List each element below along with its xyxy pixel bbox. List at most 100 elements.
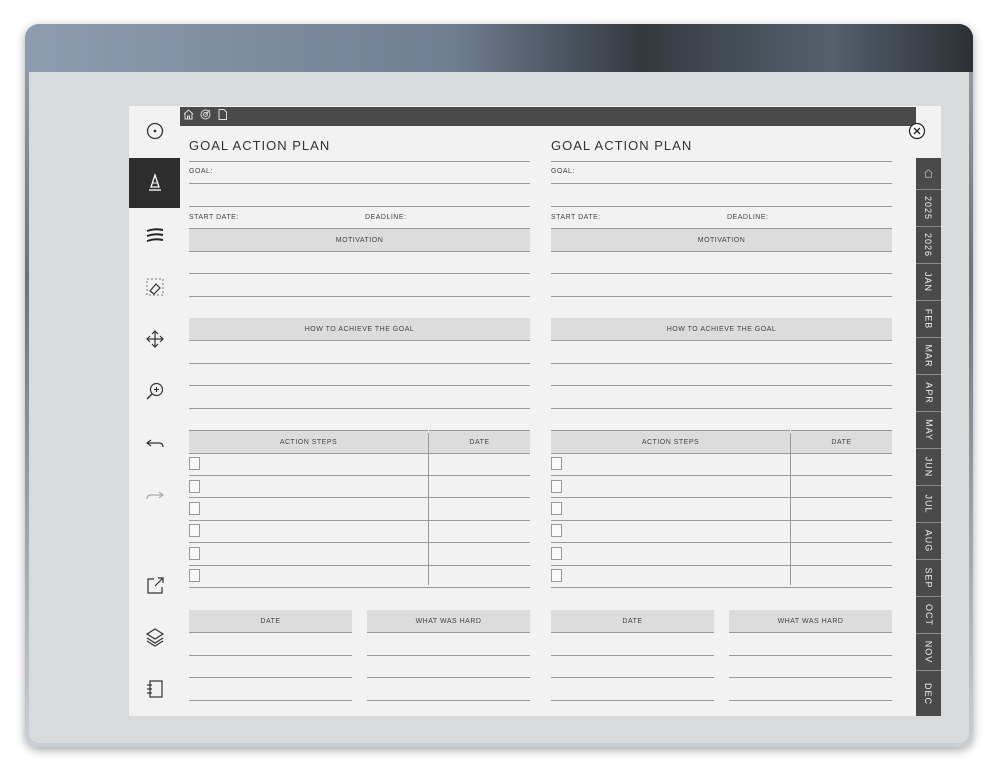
action-row-line xyxy=(189,475,530,476)
tab-label: APR xyxy=(923,382,934,404)
tab-label: JUN xyxy=(923,456,934,478)
line-weight-icon xyxy=(146,228,163,242)
date-line[interactable] xyxy=(189,700,352,701)
action-checkbox[interactable] xyxy=(551,547,562,560)
line-weight-button[interactable] xyxy=(129,210,180,260)
motivation-header: MOTIVATION xyxy=(189,228,530,252)
eraser-button[interactable] xyxy=(129,262,180,312)
layers-icon xyxy=(145,628,164,647)
tab-jun[interactable]: JUN xyxy=(916,449,941,486)
action-row-line xyxy=(551,520,892,521)
action-checkbox[interactable] xyxy=(551,569,562,582)
action-checkbox[interactable] xyxy=(551,524,562,537)
goals-link[interactable] xyxy=(199,108,212,126)
date-line[interactable] xyxy=(189,655,352,656)
tab-jul[interactable]: JUL xyxy=(916,486,941,523)
hard-line[interactable] xyxy=(729,700,892,701)
motivation-line[interactable] xyxy=(189,273,530,274)
screen: GOAL ACTION PLAN GOAL: START DATE: DEADL… xyxy=(129,106,941,716)
hard-line[interactable] xyxy=(367,700,530,701)
tab-feb[interactable]: FEB xyxy=(916,301,941,338)
goal-line[interactable] xyxy=(551,206,892,207)
goal-line[interactable] xyxy=(189,183,530,184)
export-button[interactable] xyxy=(129,560,180,610)
layers-button[interactable] xyxy=(129,612,180,662)
motivation-line[interactable] xyxy=(551,273,892,274)
how-line[interactable] xyxy=(189,363,530,364)
action-checkbox[interactable] xyxy=(189,569,200,582)
tab-sep[interactable]: SEP xyxy=(916,560,941,597)
how-line[interactable] xyxy=(551,408,892,409)
divider xyxy=(189,161,530,162)
notebook-button[interactable] xyxy=(129,664,180,714)
tab-mar[interactable]: MAR xyxy=(916,338,941,375)
action-checkbox[interactable] xyxy=(189,480,200,493)
notebook-icon xyxy=(146,680,163,698)
how-line[interactable] xyxy=(551,363,892,364)
tab-label: 2025 xyxy=(923,195,934,221)
action-checkbox[interactable] xyxy=(551,502,562,515)
tab-aug[interactable]: AUG xyxy=(916,523,941,560)
action-row-line xyxy=(551,565,892,566)
marker-icon xyxy=(148,172,161,191)
action-checkbox[interactable] xyxy=(551,457,562,470)
hard-line[interactable] xyxy=(367,677,530,678)
redo-button[interactable] xyxy=(129,470,180,520)
action-row-line xyxy=(551,475,892,476)
how-line[interactable] xyxy=(551,385,892,386)
tab-oct[interactable]: OCT xyxy=(916,597,941,634)
motivation-line[interactable] xyxy=(189,296,530,297)
tab-jan[interactable]: JAN xyxy=(916,264,941,301)
goal-line[interactable] xyxy=(551,183,892,184)
tab-dec[interactable]: DEC xyxy=(916,671,941,716)
action-checkbox[interactable] xyxy=(189,457,200,470)
move-button[interactable] xyxy=(129,314,180,364)
bottom-date-header: DATE xyxy=(189,610,352,633)
motivation-line[interactable] xyxy=(551,296,892,297)
move-icon xyxy=(145,330,164,348)
hard-line[interactable] xyxy=(729,655,892,656)
pen-menu-button[interactable] xyxy=(129,106,180,156)
how-line[interactable] xyxy=(189,385,530,386)
date-line[interactable] xyxy=(551,700,714,701)
action-checkbox[interactable] xyxy=(551,480,562,493)
column-divider xyxy=(428,433,429,585)
action-checkbox[interactable] xyxy=(189,547,200,560)
divider xyxy=(551,161,892,162)
page-title: GOAL ACTION PLAN xyxy=(551,138,693,153)
action-row-line xyxy=(551,542,892,543)
home-link[interactable] xyxy=(182,108,195,126)
tab-label: MAY xyxy=(923,419,934,441)
tab-nov[interactable]: NOV xyxy=(916,634,941,671)
page-icon xyxy=(218,108,227,120)
date-line[interactable] xyxy=(189,677,352,678)
action-checkbox[interactable] xyxy=(189,502,200,515)
action-date-header: DATE xyxy=(791,430,892,454)
close-icon[interactable] xyxy=(908,122,926,140)
date-line[interactable] xyxy=(551,677,714,678)
motivation-header: MOTIVATION xyxy=(551,228,892,252)
tab-apr[interactable]: APR xyxy=(916,375,941,412)
action-row-line xyxy=(189,497,530,498)
month-tabs: 2025 2026 JAN FEB MAR APR MAY JUN JUL AU… xyxy=(916,158,941,716)
undo-button[interactable] xyxy=(129,418,180,468)
date-line[interactable] xyxy=(551,655,714,656)
left-toolbar xyxy=(129,106,180,716)
page-link[interactable] xyxy=(216,108,229,126)
marker-button[interactable] xyxy=(129,158,180,208)
action-checkbox[interactable] xyxy=(189,524,200,537)
hard-line[interactable] xyxy=(729,677,892,678)
tab-2025[interactable]: 2025 xyxy=(916,190,941,227)
action-row-line xyxy=(189,587,530,588)
eraser-icon xyxy=(146,278,163,296)
hard-line[interactable] xyxy=(367,655,530,656)
tab-may[interactable]: MAY xyxy=(916,412,941,449)
tab-2026[interactable]: 2026 xyxy=(916,227,941,264)
how-line[interactable] xyxy=(189,408,530,409)
page-title: GOAL ACTION PLAN xyxy=(189,138,331,153)
target-icon xyxy=(200,109,211,119)
tab-home[interactable] xyxy=(916,158,941,190)
zoom-button[interactable] xyxy=(129,366,180,416)
goal-line[interactable] xyxy=(189,206,530,207)
bottom-date-header: DATE xyxy=(551,610,714,633)
